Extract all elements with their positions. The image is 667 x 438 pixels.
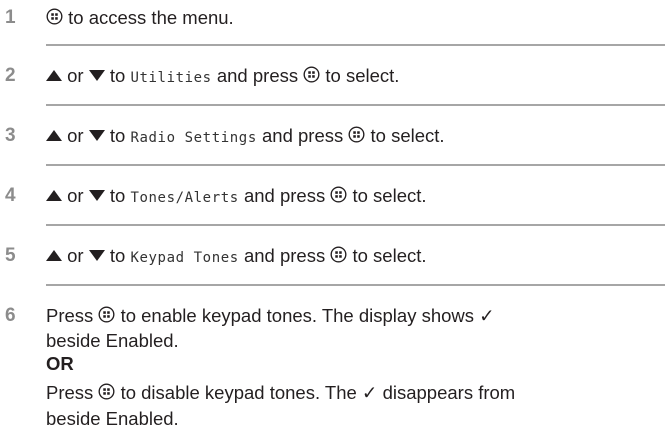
down-arrow-icon [88,130,105,141]
up-arrow-icon [46,130,62,141]
divider [46,44,665,46]
to-text: to [109,65,126,86]
up-arrow-icon [46,70,62,81]
or-label: OR [46,353,74,374]
enable-instruction: to enable keypad tones. The display show… [120,305,495,326]
step-1-instruction: to access the menu. [68,7,234,28]
menu-item-name: Radio Settings [130,130,257,146]
press-text: Press [46,305,94,326]
divider [46,284,665,286]
step-3-text: or to Radio Settings and press to select… [46,122,663,152]
up-arrow-icon [46,190,62,201]
down-arrow-icon [88,70,105,81]
divider [46,164,665,166]
step-6-line-5: beside Enabled. [46,408,179,429]
disable-instruction: to disable keypad tones. The ✓ disappear… [120,382,516,403]
divider [46,104,665,106]
menu-item-name: Utilities [130,70,212,86]
and-press-text: and press [243,185,326,206]
to-text: to [109,185,126,206]
step-4-text: or to Tones/Alerts and press to select. [46,182,663,212]
step-number: 4 [5,185,16,206]
menu-ok-button-icon [98,383,115,400]
divider [46,224,665,226]
menu-ok-button-icon [330,186,347,203]
menu-ok-button-icon [330,246,347,263]
step-number: 5 [5,245,16,266]
or-text: or [67,125,84,146]
step-6-line-4: Press to disable keypad tones. The ✓ dis… [46,379,515,407]
to-select-text: to select. [370,125,445,146]
press-text: Press [46,382,94,403]
or-text: or [67,245,84,266]
menu-ok-button-icon [98,306,115,323]
menu-ok-button-icon [303,66,320,83]
to-select-text: to select. [352,185,427,206]
down-arrow-icon [88,190,105,201]
menu-ok-button-icon [46,8,63,25]
and-press-text: and press [216,65,299,86]
step-number: 1 [5,7,16,28]
menu-ok-button-icon [348,126,365,143]
step-number: 2 [5,65,16,86]
to-select-text: to select. [325,65,400,86]
step-1-text: to access the menu. [46,4,663,32]
step-number: 6 [5,305,16,326]
or-text: or [67,65,84,86]
down-arrow-icon [88,250,105,261]
up-arrow-icon [46,250,62,261]
to-select-text: to select. [352,245,427,266]
step-2-text: or to Utilities and press to select. [46,62,663,92]
to-text: to [109,245,126,266]
menu-item-name: Tones/Alerts [130,190,239,206]
to-text: to [109,125,126,146]
menu-item-name: Keypad Tones [130,250,239,266]
step-5-text: or to Keypad Tones and press to select. [46,242,663,272]
and-press-text: and press [243,245,326,266]
or-text: or [67,185,84,206]
step-number: 3 [5,125,16,146]
and-press-text: and press [262,125,344,146]
step-6-line-1: Press to enable keypad tones. The displa… [46,302,495,330]
